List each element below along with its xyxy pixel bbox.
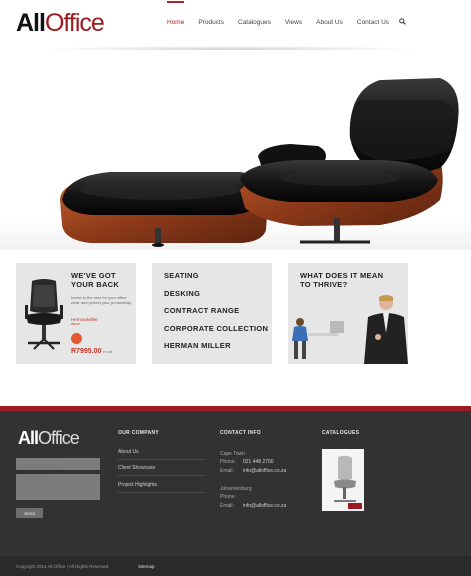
- promo-title-thrive: WHAT DOES IT MEAN TO THRIVE?: [300, 271, 384, 289]
- price: R7995.00: [71, 348, 102, 355]
- promo-title-back: WE'VE GOT YOUR BACK: [71, 271, 120, 289]
- price-note: ex vat: [103, 350, 113, 354]
- category-link-contract-range[interactable]: CONTRACT RANGE: [164, 306, 268, 315]
- hero-banner: [0, 50, 471, 250]
- lounge-chair-ottoman-image: [60, 78, 459, 247]
- sitemap-link[interactable]: Sitemap: [138, 564, 155, 569]
- catalogue-cover-image[interactable]: [322, 449, 364, 511]
- contact-phone-jhb-row: Phone:: [220, 494, 243, 500]
- category-link-desking[interactable]: DESKING: [164, 289, 268, 298]
- nav-item-products[interactable]: Products: [198, 19, 224, 27]
- footer-link-project-highlights[interactable]: Project Highlights: [118, 482, 204, 493]
- contact-johannesburg: Johannesburg: [220, 486, 252, 492]
- copyright-text: Copyright 2014 All Office | All Rights R…: [16, 564, 109, 569]
- phone-label-jhb: Phone:: [220, 494, 236, 500]
- email-label: Email:: [220, 468, 234, 474]
- promo-section: WE'VE GOT YOUR BACK Invest in the best f…: [0, 250, 471, 406]
- email-jhb[interactable]: info@alloffice.co.za: [243, 503, 286, 509]
- phone-ct[interactable]: 021 448 2700: [243, 459, 274, 465]
- contact-phone-ct-row: Phone: 021 448 2700: [220, 459, 274, 465]
- brand-model: Aeron: [71, 322, 81, 326]
- nav-item-contact-us[interactable]: Contact Us: [357, 19, 389, 27]
- email-label-jhb: Email:: [220, 503, 234, 509]
- logo-part-office: Office: [44, 9, 105, 37]
- category-link-seating[interactable]: SEATING: [164, 271, 268, 280]
- footer-message-input[interactable]: [16, 474, 100, 500]
- promo-card-chair[interactable]: WE'VE GOT YOUR BACK Invest in the best f…: [16, 263, 136, 364]
- phone-label: Phone:: [220, 459, 236, 465]
- copyright-bar: Copyright 2014 All Office | All Rights R…: [0, 556, 471, 576]
- footer-email-input[interactable]: [16, 458, 100, 470]
- site-header: AllOffice Home Products Catalogues Views…: [0, 0, 471, 52]
- nav-item-about-us[interactable]: About Us: [316, 19, 343, 27]
- site-footer: AllOffice Send OUR COMPANY About Us Clie…: [0, 406, 471, 576]
- site-logo[interactable]: AllOffice: [16, 9, 105, 37]
- promo-card-video[interactable]: WHAT DOES IT MEAN TO THRIVE?: [288, 263, 408, 364]
- footer-logo-part-office: Office: [38, 428, 80, 448]
- contact-cape-town: Cape Town: [220, 451, 245, 457]
- promo-description: Invest in the best for your office chair…: [71, 295, 132, 305]
- footer-logo-part-all: All: [18, 428, 39, 448]
- nav-item-home[interactable]: Home: [167, 1, 185, 27]
- footer-logo[interactable]: AllOffice: [18, 428, 80, 448]
- sale-badge-icon: [71, 333, 82, 344]
- footer-accent-bar: [0, 406, 471, 411]
- promo-card-categories: SEATING DESKING CONTRACT RANGE CORPORATE…: [152, 263, 272, 364]
- category-link-corporate-collection[interactable]: CORPORATE COLLECTION: [164, 324, 268, 333]
- footer-link-client-showcase[interactable]: Client Showcase: [118, 465, 204, 476]
- logo-part-all: All: [16, 9, 46, 37]
- contact-email-jhb-row: Email: info@alloffice.co.za: [220, 503, 286, 509]
- video-thumbnail-image: [288, 293, 408, 364]
- company-column-title: OUR COMPANY: [118, 430, 159, 436]
- contact-column-title: CONTACT INFO: [220, 430, 262, 436]
- nav-item-views[interactable]: Views: [285, 19, 302, 27]
- category-link-herman-miller[interactable]: HERMAN MILLER: [164, 341, 268, 350]
- contact-email-ct-row: Email: info@alloffice.co.za: [220, 468, 286, 474]
- footer-link-about-us[interactable]: About Us: [118, 449, 204, 460]
- catalogues-column-title: CATALOGUES: [322, 430, 360, 436]
- search-icon[interactable]: [399, 18, 406, 25]
- office-chair-image: [25, 279, 63, 350]
- main-nav: Home Products Catalogues Views About Us …: [167, 1, 403, 27]
- nav-item-catalogues[interactable]: Catalogues: [238, 19, 271, 27]
- category-list: SEATING DESKING CONTRACT RANGE CORPORATE…: [164, 271, 268, 359]
- email-ct[interactable]: info@alloffice.co.za: [243, 468, 286, 474]
- send-button[interactable]: Send: [16, 508, 43, 518]
